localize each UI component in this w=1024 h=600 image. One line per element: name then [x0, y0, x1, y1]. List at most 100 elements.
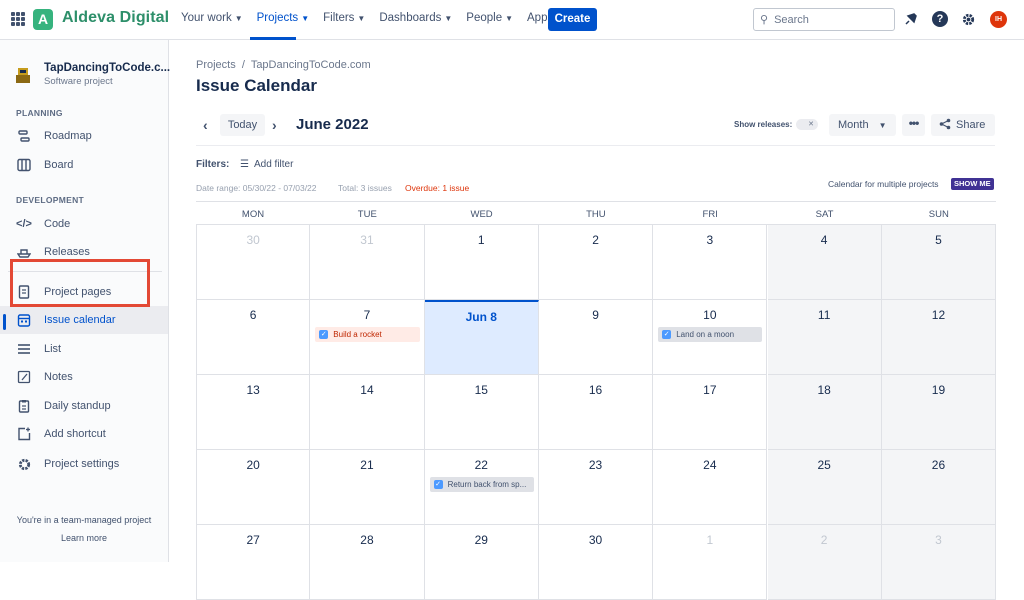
app-switcher-icon[interactable]: [11, 12, 25, 26]
calendar-day-cell[interactable]: 1: [653, 525, 768, 600]
sidebar-item-issue-calendar[interactable]: Issue calendar: [0, 306, 168, 334]
calendar-day-cell[interactable]: 3: [881, 525, 997, 600]
calendar-day-cell[interactable]: 23: [538, 450, 654, 525]
calendar-day-cell[interactable]: 26: [881, 450, 997, 525]
chevron-down-icon: ▼: [234, 13, 243, 23]
show-me-button[interactable]: SHOW ME: [951, 178, 994, 190]
weekday-label: FRI: [702, 209, 718, 220]
calendar-day-cell[interactable]: 29: [424, 525, 539, 600]
sidebar-item-board[interactable]: Board: [0, 151, 168, 179]
calendar-day-cell[interactable]: 16: [538, 375, 654, 450]
clipboard-icon: [16, 398, 32, 414]
calendar-day-cell[interactable]: 28: [310, 525, 425, 600]
notifications-icon[interactable]: [902, 10, 920, 28]
brand-logo-icon[interactable]: A: [33, 9, 53, 30]
calendar-day-cell[interactable]: 15: [424, 375, 539, 450]
project-type: Software project: [44, 76, 113, 87]
calendar-icon: [16, 312, 32, 328]
more-options-button[interactable]: •••: [902, 114, 925, 136]
help-icon[interactable]: ?: [932, 11, 948, 27]
share-button[interactable]: Share: [931, 114, 995, 136]
day-number: 29: [474, 533, 488, 547]
calendar-day-cell[interactable]: 30: [196, 225, 311, 300]
nav-dashboards[interactable]: Dashboards ▼: [379, 12, 452, 24]
sidebar-item-daily-standup[interactable]: Daily standup: [0, 392, 168, 420]
add-filter-label: Add filter: [253, 159, 294, 170]
day-number: 9: [592, 308, 599, 322]
sidebar-item-label: List: [44, 343, 62, 355]
releases-icon: [16, 244, 32, 260]
calendar-issue-card[interactable]: ✓ Land on a moon: [658, 327, 763, 342]
calendar-day-cell[interactable]: 1: [424, 225, 539, 300]
add-filter-button[interactable]: ☰ Add filter: [240, 159, 293, 170]
create-button[interactable]: Create: [548, 8, 597, 31]
calendar-day-cell[interactable]: 3: [653, 225, 768, 300]
calendar-day-cell[interactable]: 20: [196, 450, 311, 525]
gear-icon[interactable]: [959, 10, 977, 28]
calendar-day-cell[interactable]: Jun 8: [424, 300, 539, 375]
sidebar-item-label: Roadmap: [44, 130, 92, 142]
show-releases-toggle[interactable]: ✕: [796, 119, 818, 130]
day-number: 22: [474, 458, 488, 472]
calendar-day-cell[interactable]: 27: [196, 525, 311, 600]
day-number: Jun 8: [465, 310, 497, 324]
task-checkbox-icon: ✓: [319, 330, 329, 339]
day-number: 31: [360, 233, 374, 247]
show-releases-label: Show releases:: [734, 120, 793, 129]
calendar-day-cell[interactable]: 30: [538, 525, 654, 600]
calendar-day-cell[interactable]: 13: [196, 375, 311, 450]
board-icon: [16, 157, 32, 173]
calendar-day-cell[interactable]: 2: [538, 225, 654, 300]
search-input[interactable]: ⚲ Search: [753, 8, 895, 31]
day-number: 5: [935, 233, 942, 247]
view-select[interactable]: Month ▼: [829, 114, 896, 136]
brand-name[interactable]: Aldeva Digital: [62, 9, 169, 27]
calendar-day-cell[interactable]: 6: [196, 300, 311, 375]
calendar-issue-card[interactable]: ✓ Return back from sp...: [429, 477, 534, 492]
calendar-day-cell[interactable]: 2: [767, 525, 882, 600]
total-issues: Total: 3 issues: [338, 183, 392, 193]
nav-filters[interactable]: Filters ▼: [323, 12, 365, 24]
calendar-day-cell[interactable]: 14: [310, 375, 425, 450]
development-heading: DEVELOPMENT: [16, 195, 85, 205]
sidebar-item-notes[interactable]: Notes: [0, 363, 168, 391]
calendar-day-cell[interactable]: 21: [310, 450, 425, 525]
previous-month-button[interactable]: ‹: [203, 117, 208, 133]
breadcrumb[interactable]: Projects / TapDancingToCode.com: [196, 59, 371, 71]
calendar-day-cell[interactable]: 11: [767, 300, 882, 375]
calendar-day-cell[interactable]: 31: [310, 225, 425, 300]
sidebar-item-project-settings[interactable]: Project settings: [0, 450, 168, 478]
calendar-day-cell[interactable]: 24: [653, 450, 768, 525]
calendar-day-cell[interactable]: 25: [767, 450, 882, 525]
calendar-day-cell[interactable]: 4: [767, 225, 882, 300]
sidebar-item-add-shortcut[interactable]: Add shortcut: [0, 420, 168, 448]
calendar-day-cell[interactable]: 17: [653, 375, 768, 450]
next-month-button[interactable]: ›: [272, 117, 277, 133]
search-icon: ⚲: [760, 14, 769, 26]
nav-your-work[interactable]: Your work ▼: [181, 12, 243, 24]
calendar-day-cell[interactable]: 5: [881, 225, 997, 300]
calendar-issue-card[interactable]: ✓ Build a rocket: [315, 327, 420, 342]
sidebar-item-code[interactable]: </> Code: [0, 210, 168, 238]
calendar-day-cell[interactable]: 9: [538, 300, 654, 375]
calendar-day-cell[interactable]: 19: [881, 375, 997, 450]
weekday-label: SAT: [815, 209, 834, 220]
calendar-day-cell[interactable]: 12: [881, 300, 997, 375]
weekday-label: SUN: [928, 209, 949, 220]
weekday-label: MON: [241, 209, 265, 220]
day-number: 12: [931, 308, 946, 322]
sidebar-item-roadmap[interactable]: Roadmap: [0, 122, 168, 150]
learn-more-link[interactable]: Learn more: [0, 533, 168, 543]
overdue-issues[interactable]: Overdue: 1 issue: [405, 183, 469, 193]
nav-projects[interactable]: Projects ▼: [257, 12, 309, 24]
nav-people[interactable]: People ▼: [466, 12, 513, 24]
avatar[interactable]: IH: [990, 11, 1007, 28]
day-number: 11: [817, 308, 831, 322]
calendar-day-cell[interactable]: 18: [767, 375, 882, 450]
today-button[interactable]: Today: [220, 114, 265, 136]
sidebar-item-label: Issue calendar: [44, 314, 116, 326]
project-name[interactable]: TapDancingToCode.c...: [44, 62, 170, 74]
day-number: 14: [360, 383, 374, 397]
sidebar-item-list[interactable]: List: [0, 335, 168, 363]
day-number: 13: [246, 383, 260, 397]
